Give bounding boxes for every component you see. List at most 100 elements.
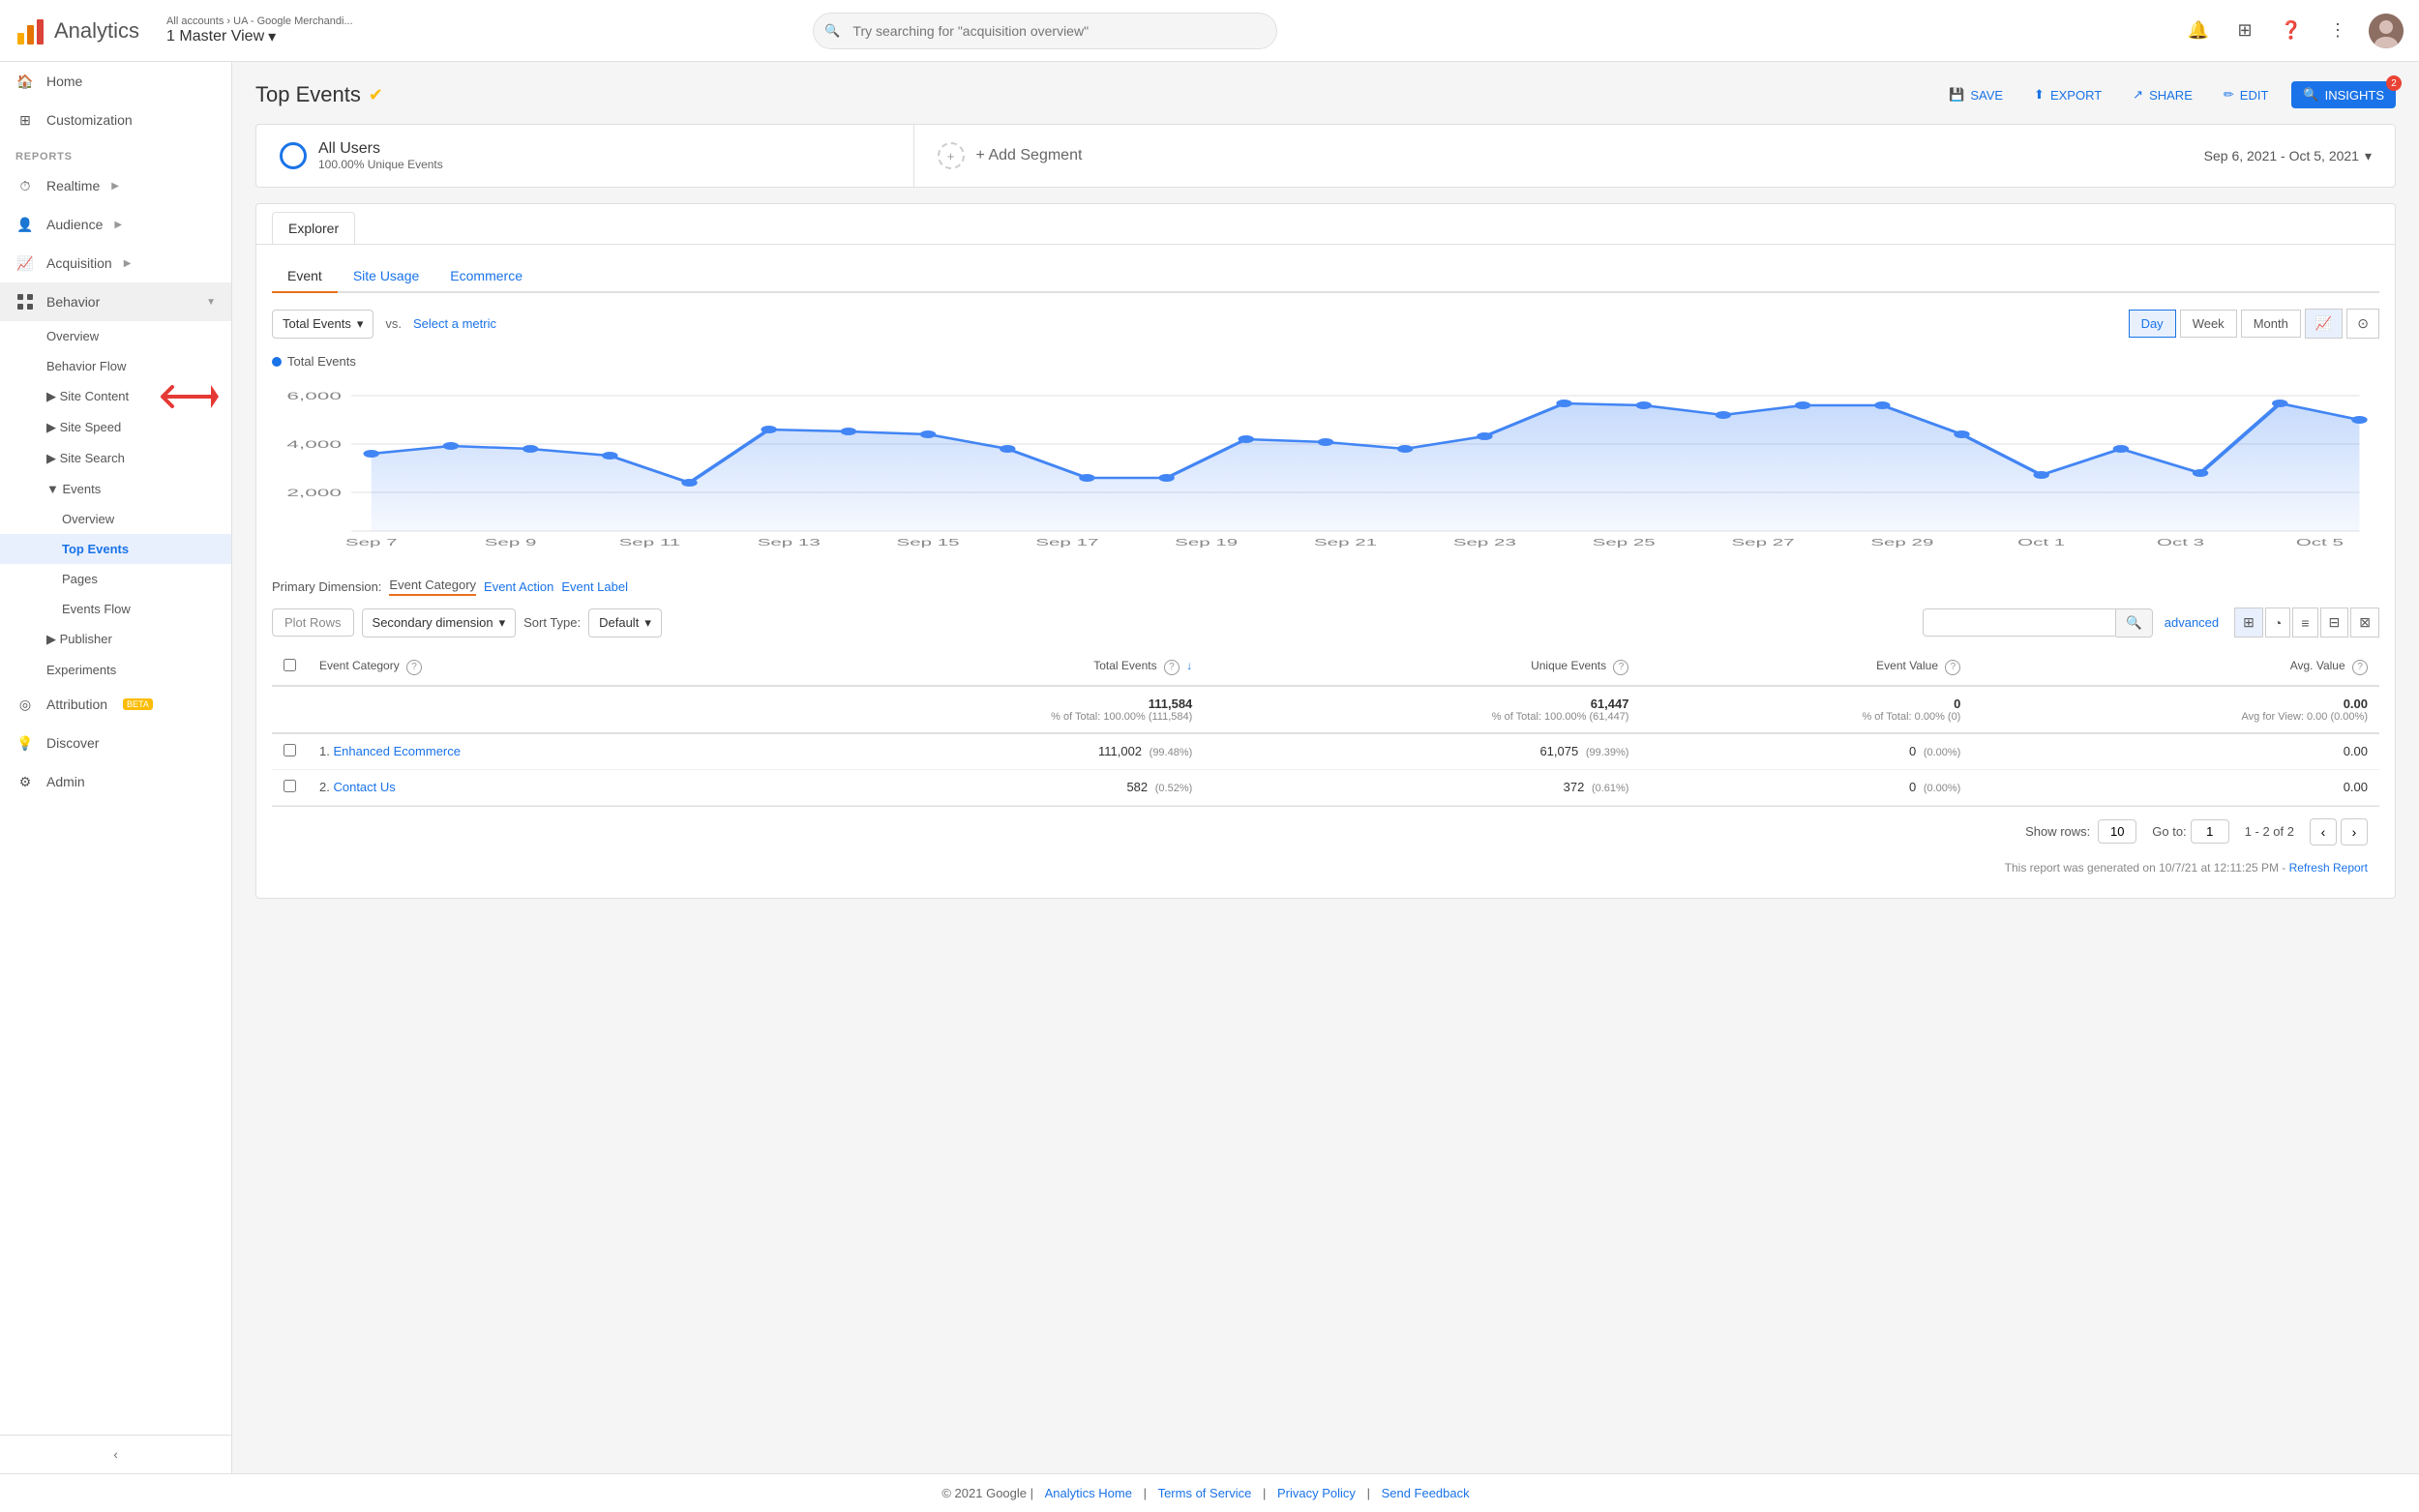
select-metric-link[interactable]: Select a metric — [413, 316, 496, 331]
bell-icon[interactable]: 🔔 — [2183, 15, 2214, 46]
svg-text:Sep 11: Sep 11 — [619, 537, 681, 548]
metric-select[interactable]: Total Events ▾ — [272, 310, 373, 339]
sidebar-item-acquisition[interactable]: 📈 Acquisition ▶ — [0, 244, 231, 282]
refresh-report-link[interactable]: Refresh Report — [2289, 861, 2368, 875]
sidebar-item-behavior-flow[interactable]: Behavior Flow — [0, 351, 231, 381]
sidebar-item-attribution[interactable]: ◎ Attribution BETA — [0, 685, 231, 724]
next-page-btn[interactable]: › — [2341, 818, 2368, 845]
sort-dropdown-icon: ▾ — [644, 615, 651, 631]
sidebar-item-overview[interactable]: Overview — [0, 321, 231, 351]
row1-checkbox[interactable] — [272, 733, 308, 770]
footer-privacy-link[interactable]: Privacy Policy — [1277, 1486, 1356, 1500]
footer-terms-link[interactable]: Terms of Service — [1158, 1486, 1252, 1500]
explorer-tab[interactable]: Explorer — [272, 212, 355, 244]
avatar[interactable] — [2369, 14, 2404, 48]
sidebar-item-publisher[interactable]: ▶ Publisher — [0, 624, 231, 655]
sidebar-item-home[interactable]: 🏠 Home — [0, 62, 231, 101]
sidebar-item-experiments[interactable]: Experiments — [0, 655, 231, 685]
table-search[interactable]: 🔍 — [1923, 608, 2153, 637]
info-icon-total-events[interactable]: ? — [1164, 660, 1180, 675]
row1-event-value: 0 (0.00%) — [1640, 733, 1972, 770]
edit-button[interactable]: ✏ EDIT — [2216, 81, 2277, 108]
pie-view-btn[interactable]: ◔ — [2265, 608, 2290, 637]
sidebar-item-events-overview[interactable]: Overview — [0, 504, 231, 534]
dim-event-action[interactable]: Event Action — [484, 579, 553, 594]
sidebar-item-customization[interactable]: ⊞ Customization — [0, 101, 231, 139]
table-search-input[interactable] — [1923, 608, 2116, 637]
dim-event-label[interactable]: Event Label — [561, 579, 628, 594]
account-name[interactable]: 1 Master View ▾ — [166, 27, 353, 46]
account-selector[interactable]: All accounts › UA - Google Merchandi... … — [166, 15, 353, 46]
sidebar-item-site-content[interactable]: ▶ Site Content — [0, 381, 231, 412]
advanced-link[interactable]: advanced — [2165, 615, 2219, 630]
segment-add-button[interactable]: + + Add Segment — [914, 127, 1571, 185]
comparison-view-btn[interactable]: ⊠ — [2350, 608, 2379, 637]
sidebar-collapse-button[interactable]: ‹ — [0, 1435, 231, 1473]
more-vert-icon[interactable]: ⋮ — [2322, 15, 2353, 46]
search-bar[interactable]: 🔍 — [813, 13, 1277, 49]
metric-dropdown-icon: ▾ — [357, 316, 364, 332]
save-button[interactable]: 💾 SAVE — [1941, 81, 2011, 108]
time-btn-week[interactable]: Week — [2180, 310, 2237, 338]
sidebar-item-audience[interactable]: 👤 Audience ▶ — [0, 205, 231, 244]
show-rows-input[interactable] — [2098, 819, 2136, 844]
sub-tab-ecommerce[interactable]: Ecommerce — [434, 260, 538, 293]
sidebar-item-discover[interactable]: 💡 Discover — [0, 724, 231, 762]
sub-tab-event[interactable]: Event — [272, 260, 338, 293]
svg-text:2,000: 2,000 — [286, 487, 342, 498]
insights-button[interactable]: 🔍 INSIGHTS 2 — [2291, 81, 2396, 108]
sidebar-item-admin[interactable]: ⚙ Admin — [0, 762, 231, 801]
share-button[interactable]: ↗ SHARE — [2125, 81, 2200, 108]
grid-icon[interactable]: ⊞ — [2229, 15, 2260, 46]
pivot-view-btn[interactable]: ⊟ — [2320, 608, 2349, 637]
bar-view-btn[interactable]: ≡ — [2292, 608, 2317, 637]
sidebar-item-pages[interactable]: Pages — [0, 564, 231, 594]
goto-row: Go to: — [2152, 819, 2228, 844]
scatter-chart-btn[interactable]: ⊙ — [2346, 309, 2379, 339]
info-icon-event-value[interactable]: ? — [1945, 660, 1960, 675]
date-range[interactable]: Sep 6, 2021 - Oct 5, 2021 ▾ — [2181, 133, 2395, 180]
plot-rows-button[interactable]: Plot Rows — [272, 608, 354, 637]
segment-add-circle: + — [938, 142, 965, 169]
table-search-button[interactable]: 🔍 — [2116, 608, 2153, 637]
svg-text:Sep 23: Sep 23 — [1453, 537, 1516, 548]
row2-checkbox[interactable] — [272, 769, 308, 805]
export-button[interactable]: ⬆ EXPORT — [2026, 81, 2109, 108]
sort-type-select[interactable]: Default ▾ — [588, 608, 662, 637]
sidebar-item-events[interactable]: ▼ Events — [0, 474, 231, 504]
footer-analytics-home-link[interactable]: Analytics Home — [1045, 1486, 1132, 1500]
time-btn-day[interactable]: Day — [2129, 310, 2176, 338]
sidebar-item-site-search[interactable]: ▶ Site Search — [0, 443, 231, 474]
help-icon[interactable]: ❓ — [2276, 15, 2307, 46]
secondary-dim-select[interactable]: Secondary dimension ▾ — [362, 608, 517, 637]
row2-checkbox-input[interactable] — [284, 780, 296, 792]
insights-badge: 2 — [2386, 75, 2402, 91]
sidebar-item-events-flow[interactable]: Events Flow — [0, 594, 231, 624]
line-chart-btn[interactable]: 📈 — [2305, 309, 2343, 339]
sub-tab-site-usage[interactable]: Site Usage — [338, 260, 434, 293]
segment-item-all-users[interactable]: All Users 100.00% Unique Events — [256, 125, 914, 187]
chart-label: Total Events — [272, 354, 2379, 369]
sidebar-item-site-speed[interactable]: ▶ Site Speed — [0, 412, 231, 443]
footer-feedback-link[interactable]: Send Feedback — [1382, 1486, 1470, 1500]
time-btn-month[interactable]: Month — [2241, 310, 2301, 338]
dim-event-category[interactable]: Event Category — [389, 578, 476, 596]
sidebar-item-realtime[interactable]: ⏱ Realtime ▶ — [0, 166, 231, 205]
info-icon-avg-value[interactable]: ? — [2352, 660, 2368, 675]
info-icon-unique-events[interactable]: ? — [1613, 660, 1628, 675]
sidebar-item-behavior[interactable]: Behavior ▼ — [0, 282, 231, 321]
sidebar-item-top-events[interactable]: Top Events — [0, 534, 231, 564]
row1-total-events: 111,002 (99.48%) — [756, 733, 1204, 770]
info-icon-event-cat[interactable]: ? — [406, 660, 422, 675]
row1-checkbox-input[interactable] — [284, 744, 296, 756]
search-input[interactable] — [813, 13, 1277, 49]
behavior-icon — [15, 292, 35, 311]
row2-link[interactable]: Contact Us — [333, 780, 395, 794]
goto-input[interactable] — [2191, 819, 2229, 844]
table-view-btn[interactable]: ⊞ — [2234, 608, 2263, 637]
prev-page-btn[interactable]: ‹ — [2310, 818, 2337, 845]
select-all-checkbox[interactable] — [284, 659, 296, 671]
th-total-events: Total Events ? ↓ — [756, 649, 1204, 686]
collapse-left-icon: ‹ — [113, 1447, 117, 1462]
row1-link[interactable]: Enhanced Ecommerce — [333, 744, 461, 758]
